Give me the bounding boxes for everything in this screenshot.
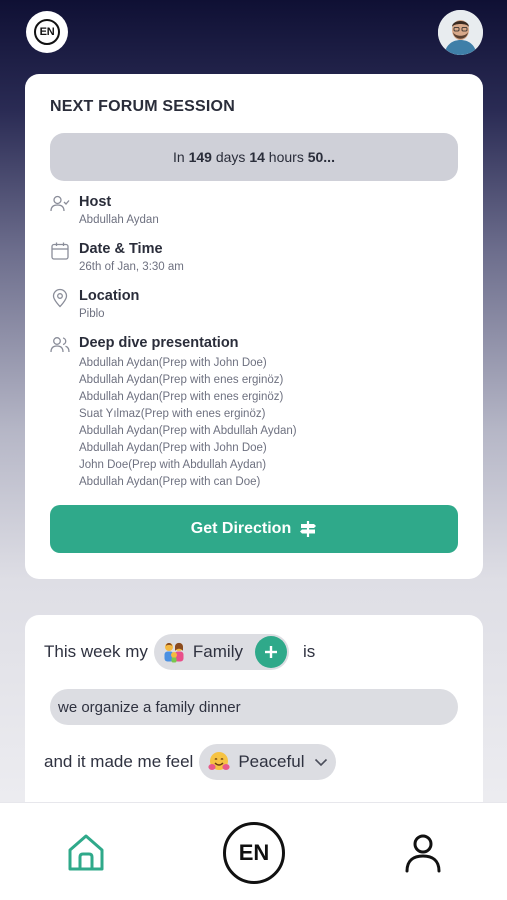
location-value: Piblo	[79, 308, 105, 320]
chevron-down-icon	[315, 758, 328, 767]
user-check-icon	[50, 195, 70, 212]
card-title: NEXT FORUM SESSION	[50, 98, 235, 115]
user-icon[interactable]	[404, 833, 442, 873]
feeling-dropdown[interactable]: Peaceful	[199, 744, 337, 780]
list-item: Abdullah Aydan(Prep with can Doe)	[79, 476, 261, 488]
plus-icon	[264, 646, 277, 658]
list-item: Abdullah Aydan(Prep with John Doe)	[79, 357, 267, 369]
feeling-prefix: and it made me feel	[44, 752, 194, 771]
calendar-icon	[51, 242, 69, 260]
list-item: John Doe(Prep with Abdullah Aydan)	[79, 459, 267, 471]
signpost-icon	[300, 521, 317, 537]
users-icon	[50, 337, 70, 353]
presentation-list: Abdullah Aydan(Prep with John Doe) Abdul…	[79, 355, 297, 491]
location-pin-icon	[52, 288, 68, 308]
topic-chip-label: Family	[192, 642, 243, 661]
topic-row: This week my Family is	[44, 634, 315, 670]
countdown-banner: In 149 days 14 hours 50...	[50, 133, 458, 181]
bottom-nav: EN	[0, 802, 507, 900]
get-direction-button[interactable]: Get Direction	[50, 505, 458, 553]
datetime-value: 26th of Jan, 3:30 am	[79, 261, 184, 273]
countdown-days-label: days	[215, 149, 246, 165]
top-bar: EN	[0, 0, 507, 64]
feeling-row: and it made me feel Peaceful	[44, 744, 342, 780]
countdown-hours-label: hours	[268, 149, 304, 165]
countdown-rest: 50...	[307, 149, 335, 165]
topic-prefix: This week my	[44, 642, 148, 661]
logo-text: EN	[34, 19, 60, 45]
list-item: Abdullah Aydan(Prep with enes erginöz)	[79, 374, 284, 386]
topic-chip[interactable]: Family	[153, 634, 289, 670]
datetime-label: Date & Time	[79, 241, 163, 257]
host-value: Abdullah Aydan	[79, 214, 159, 226]
avatar-image	[438, 10, 483, 55]
topic-suffix: is	[302, 642, 316, 661]
center-nav-button[interactable]: EN	[223, 822, 285, 884]
list-item: Abdullah Aydan(Prep with enes erginöz)	[79, 391, 284, 403]
family-emoji-icon	[164, 642, 184, 663]
countdown-prefix: In	[173, 149, 185, 165]
host-label: Host	[79, 194, 112, 210]
hugging-face-icon	[208, 752, 230, 770]
countdown-days: 149	[188, 149, 212, 165]
feeling-chip-label: Peaceful	[238, 752, 305, 771]
location-label: Location	[79, 288, 140, 304]
activity-input[interactable]: we organize a family dinner	[50, 689, 458, 725]
center-nav-text: EN	[238, 840, 270, 865]
list-item: Abdullah Aydan(Prep with Abdullah Aydan)	[79, 425, 297, 437]
get-direction-label: Get Direction	[190, 520, 292, 537]
list-item: Suat Yılmaz(Prep with enes erginöz)	[79, 408, 266, 420]
add-topic-button[interactable]	[254, 636, 287, 668]
presentation-label: Deep dive presentation	[79, 335, 239, 351]
avatar[interactable]	[438, 10, 483, 55]
forum-session-card: NEXT FORUM SESSION In 149 days 14 hours …	[25, 74, 483, 579]
list-item: Abdullah Aydan(Prep with John Doe)	[79, 442, 267, 454]
home-icon[interactable]	[66, 833, 106, 873]
app-logo[interactable]: EN	[26, 11, 68, 53]
countdown-hours: 14	[249, 149, 265, 165]
